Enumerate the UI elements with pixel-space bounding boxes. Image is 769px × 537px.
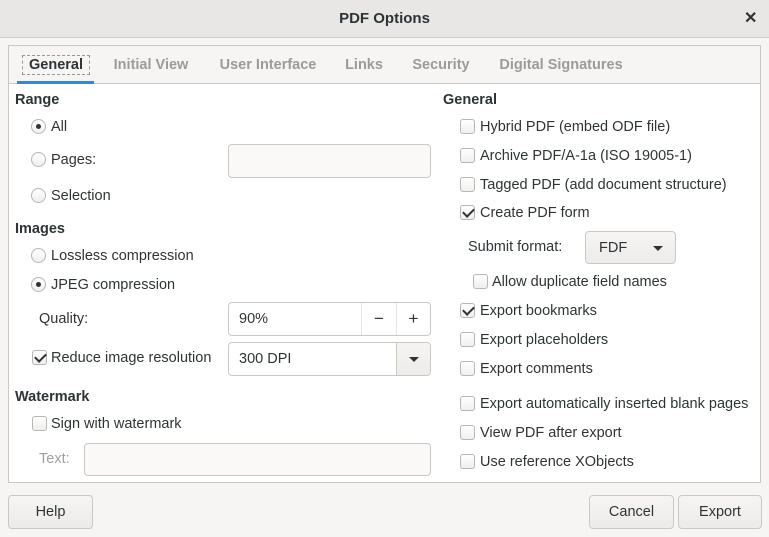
sign-watermark-checkbox[interactable] xyxy=(32,416,47,431)
tab-security[interactable]: Security xyxy=(412,57,469,73)
help-button[interactable]: Help xyxy=(8,495,93,529)
tab-links[interactable]: Links xyxy=(345,57,383,73)
pages-input[interactable] xyxy=(228,144,431,178)
general-heading: General xyxy=(443,92,497,108)
export-comments-checkbox[interactable] xyxy=(460,361,475,376)
images-heading: Images xyxy=(15,221,65,237)
watermark-text-label: Text: xyxy=(39,451,70,467)
submit-format-dropdown[interactable]: FDF xyxy=(585,231,676,264)
hybrid-pdf-label: Hybrid PDF (embed ODF file) xyxy=(480,119,671,135)
export-blank-pages-label: Export automatically inserted blank page… xyxy=(480,396,749,412)
chevron-down-icon xyxy=(653,246,663,251)
radio-pages-label: Pages: xyxy=(51,152,97,168)
view-after-export-label: View PDF after export xyxy=(480,425,622,441)
create-form-checkbox[interactable] xyxy=(460,205,475,220)
reference-xobjects-checkbox[interactable] xyxy=(460,454,475,469)
archive-pdf-checkbox[interactable] xyxy=(460,148,475,163)
radio-lossless-label: Lossless compression xyxy=(51,248,194,264)
reduce-resolution-checkbox[interactable] xyxy=(32,350,47,365)
tab-initial-view[interactable]: Initial View xyxy=(114,57,189,73)
radio-pages[interactable] xyxy=(31,152,46,167)
hybrid-pdf-checkbox[interactable] xyxy=(460,119,475,134)
range-heading: Range xyxy=(15,92,60,108)
radio-lossless[interactable] xyxy=(31,248,46,263)
tab-general[interactable]: General xyxy=(22,55,90,75)
export-blank-pages-checkbox[interactable] xyxy=(460,396,475,411)
quality-spinbox[interactable]: 90% − + xyxy=(228,302,431,336)
resolution-value: 300 DPI xyxy=(239,351,292,367)
watermark-text-input[interactable] xyxy=(84,443,431,476)
archive-pdf-label: Archive PDF/A-1a (ISO 19005-1) xyxy=(480,148,692,164)
submit-format-value: FDF xyxy=(599,240,628,256)
sign-watermark-label: Sign with watermark xyxy=(51,416,182,432)
resolution-combobox[interactable]: 300 DPI xyxy=(228,342,431,376)
export-bookmarks-label: Export bookmarks xyxy=(480,303,597,319)
export-button[interactable]: Export xyxy=(678,495,762,529)
tab-user-interface[interactable]: User Interface xyxy=(220,57,317,73)
export-placeholders-label: Export placeholders xyxy=(480,332,609,348)
radio-selection-label: Selection xyxy=(51,188,111,204)
dialog-title: PDF Options xyxy=(339,10,430,27)
radio-jpeg[interactable] xyxy=(31,277,46,292)
create-form-label: Create PDF form xyxy=(480,205,590,221)
tab-digital-signatures[interactable]: Digital Signatures xyxy=(499,57,622,73)
reference-xobjects-label: Use reference XObjects xyxy=(480,454,634,470)
radio-selection[interactable] xyxy=(31,188,46,203)
decrement-button[interactable]: − xyxy=(361,303,396,335)
submit-format-label: Submit format: xyxy=(468,239,563,255)
view-after-export-checkbox[interactable] xyxy=(460,425,475,440)
reduce-resolution-label: Reduce image resolution xyxy=(51,350,212,366)
allow-duplicate-label: Allow duplicate field names xyxy=(492,274,667,290)
tagged-pdf-checkbox[interactable] xyxy=(460,177,475,192)
chevron-down-icon xyxy=(409,357,419,362)
radio-all-label: All xyxy=(51,119,68,135)
export-bookmarks-checkbox[interactable] xyxy=(460,303,475,318)
export-placeholders-checkbox[interactable] xyxy=(460,332,475,347)
quality-value: 90% xyxy=(239,311,269,327)
tagged-pdf-label: Tagged PDF (add document structure) xyxy=(480,177,727,193)
cancel-button[interactable]: Cancel xyxy=(589,495,674,529)
close-icon[interactable]: ✕ xyxy=(744,8,757,28)
radio-all[interactable] xyxy=(31,119,46,134)
radio-jpeg-label: JPEG compression xyxy=(51,277,176,293)
active-tab-indicator xyxy=(17,81,94,84)
allow-duplicate-checkbox[interactable] xyxy=(473,274,488,289)
increment-button[interactable]: + xyxy=(396,303,430,335)
quality-label: Quality: xyxy=(39,311,89,327)
export-comments-label: Export comments xyxy=(480,361,593,377)
resolution-dropdown-button[interactable] xyxy=(396,343,430,375)
watermark-heading: Watermark xyxy=(15,389,90,405)
